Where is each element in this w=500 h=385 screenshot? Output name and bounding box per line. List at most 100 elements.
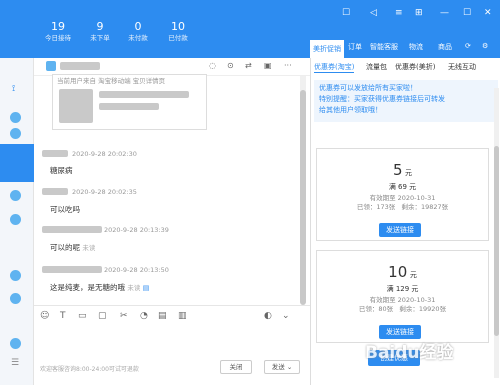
stat-paid[interactable]: 10 已付款 [160, 20, 196, 43]
customer-avatar [46, 61, 56, 71]
settings-icon[interactable]: ⚙ [482, 42, 488, 50]
message-body: 可以的呢 [50, 243, 80, 252]
skin-icon[interactable]: ☐ [342, 8, 350, 18]
customer-name [60, 62, 100, 70]
top-header: 19 今日接待 9 未下单 0 未付款 10 已付款 ☐ ◁ ≡ ⊞ — ☐ ✕… [0, 0, 500, 58]
stat-label: 已付款 [168, 34, 188, 42]
sender-name [42, 266, 102, 273]
coupon-claimed: 已领：173张 [356, 203, 396, 211]
chat-footer: 欢迎客服咨询8:00-24:00可试可退款 关闭 发送 ⌄ [34, 352, 310, 385]
sender-name [42, 150, 68, 157]
stat-today-reception[interactable]: 19 今日接待 [40, 20, 76, 43]
unread-badge: 未读 [82, 244, 96, 252]
user-info-icon[interactable]: ⊙ [227, 61, 234, 70]
send-button[interactable]: 发送 ⌄ [264, 360, 300, 374]
message-time: 2020-9-28 20:13:39 [104, 226, 169, 234]
invoice-icon[interactable]: ▥ [178, 311, 187, 321]
notes-icon[interactable]: ▤ [158, 311, 167, 321]
contact-avatar[interactable] [10, 214, 21, 225]
refresh-icon[interactable]: ⟳ [465, 42, 471, 50]
stat-not-ordered[interactable]: 9 未下单 [82, 20, 118, 43]
coupon-panel: 优惠券(淘宝) 流量包 优惠券(美折) 无线互动 优惠券可以发放给所有买家啦！ … [310, 58, 500, 385]
contact-item-active[interactable] [0, 144, 34, 182]
send-link-button[interactable]: 发送链接 [379, 325, 421, 339]
stat-label: 未下单 [90, 34, 110, 42]
scissors-icon[interactable]: ✂ [120, 311, 128, 321]
baidu-watermark: Baidu经验 [365, 343, 454, 363]
image-icon[interactable]: ▭ [78, 311, 87, 321]
tab-logistics[interactable]: 物流 [409, 42, 423, 52]
emoji-icon: ▤ [142, 284, 150, 292]
contact-avatar[interactable] [10, 190, 21, 201]
message-text: 可以的呢 未读 [50, 242, 95, 253]
subtab-wireless-interaction[interactable]: 无线互动 [448, 62, 476, 72]
folder-icon[interactable]: ▢ [98, 311, 107, 321]
transfer-icon[interactable]: ⇄ [245, 61, 252, 70]
tab-products[interactable]: 商品 [438, 42, 452, 52]
history-icon[interactable]: ▣ [264, 61, 272, 70]
message-text: 可以吃吗 [50, 205, 80, 214]
message-time: 2020-9-28 20:13:50 [104, 266, 169, 274]
subtab-meizhe-coupon[interactable]: 优惠券(美折) [395, 62, 435, 72]
contact-avatar[interactable] [10, 293, 21, 304]
send-link-button[interactable]: 发送链接 [379, 223, 421, 237]
chevron-down-icon[interactable]: ⌄ [282, 311, 290, 321]
chat-bubble-icon[interactable]: ◌ [209, 61, 216, 70]
plugin-tabs: 美折促销 订单 智能客服 物流 商品 ⟳ ⚙ [310, 40, 500, 58]
coupon-condition: 满 69 元 [388, 183, 417, 191]
coupon-value: 10 [388, 263, 408, 281]
smart-reply-icon[interactable]: ◐ [264, 311, 272, 321]
gift-icon[interactable]: ⊞ [415, 8, 423, 18]
contact-avatar[interactable] [10, 270, 21, 281]
coupon-notice: 优惠券可以发放给所有买家啦！ 特别提醒：买家获得优惠券链接后可转发 给其他用户领… [314, 80, 498, 122]
stat-value: 9 [96, 20, 104, 33]
coupon-amount: 5 元 [317, 161, 488, 179]
message-text: 这是纯麦，是无糖的哦 未读 ▤ [50, 282, 149, 293]
coupon-unit: 元 [405, 169, 413, 177]
minimize-icon[interactable]: — [440, 8, 449, 18]
product-card[interactable]: 当前用户来自 淘宝移动端 宝贝详情页 [52, 74, 207, 130]
product-thumbnail [59, 89, 93, 123]
source-line: 当前用户来自 淘宝移动端 宝贝详情页 [57, 77, 166, 85]
subtab-traffic-pack[interactable]: 流量包 [366, 62, 387, 72]
maximize-icon[interactable]: ☐ [463, 8, 471, 18]
contact-avatar[interactable] [10, 338, 21, 349]
contact-avatar[interactable] [10, 128, 21, 139]
stat-label: 未付款 [128, 34, 148, 42]
notice-line: 优惠券可以发放给所有买家啦！ [319, 84, 417, 92]
close-button[interactable]: 关闭 [220, 360, 252, 374]
chat-scrollbar-thumb[interactable] [300, 90, 306, 305]
emoji-icon[interactable]: ☺ [40, 311, 49, 321]
tab-smart-service[interactable]: 智能客服 [370, 42, 398, 52]
group-icon[interactable]: ⟟ [12, 84, 15, 94]
font-icon[interactable]: T [60, 311, 66, 321]
mute-icon[interactable]: ◁ [370, 8, 377, 18]
coupon-condition: 满 129 元 [386, 285, 419, 293]
close-icon[interactable]: ✕ [484, 8, 492, 18]
coupon-unit: 元 [409, 271, 417, 279]
tab-orders[interactable]: 订单 [348, 42, 362, 52]
product-price [99, 103, 159, 110]
coupon-amount: 10 元 [317, 263, 488, 281]
contact-avatar[interactable] [10, 112, 21, 123]
coupon-subtabs: 优惠券(淘宝) 流量包 优惠券(美折) 无线互动 [311, 60, 500, 74]
message-time: 2020-9-28 20:02:35 [72, 188, 137, 196]
sender-name [42, 226, 102, 233]
unread-badge: 未读 [127, 284, 141, 292]
coupon-usage: 已领：173张 剩余：19827张 [317, 201, 488, 211]
quick-reply-icon[interactable]: ◔ [140, 311, 148, 321]
stat-unpaid[interactable]: 0 未付款 [120, 20, 156, 43]
contact-sidebar: ⟟ ☰ [0, 58, 34, 385]
menu-icon[interactable]: ≡ [395, 8, 403, 18]
message-text: 糖尿病 [50, 166, 73, 175]
stat-value: 19 [51, 20, 65, 33]
list-icon[interactable]: ☰ [11, 358, 19, 368]
tab-promotion[interactable]: 美折促销 [310, 40, 344, 58]
coupon-scrollbar-thumb[interactable] [494, 146, 499, 336]
chevron-down-icon[interactable]: ⌄ [287, 363, 292, 371]
subtab-taobao-coupon[interactable]: 优惠券(淘宝) [314, 62, 355, 73]
notice-line: 特别提醒：买家获得优惠券链接后可转发 [319, 95, 445, 103]
message-body: 这是纯麦，是无糖的哦 [50, 283, 125, 292]
more-icon[interactable]: ··· [284, 61, 292, 70]
coupon-claimed: 已领：80张 [358, 305, 394, 313]
